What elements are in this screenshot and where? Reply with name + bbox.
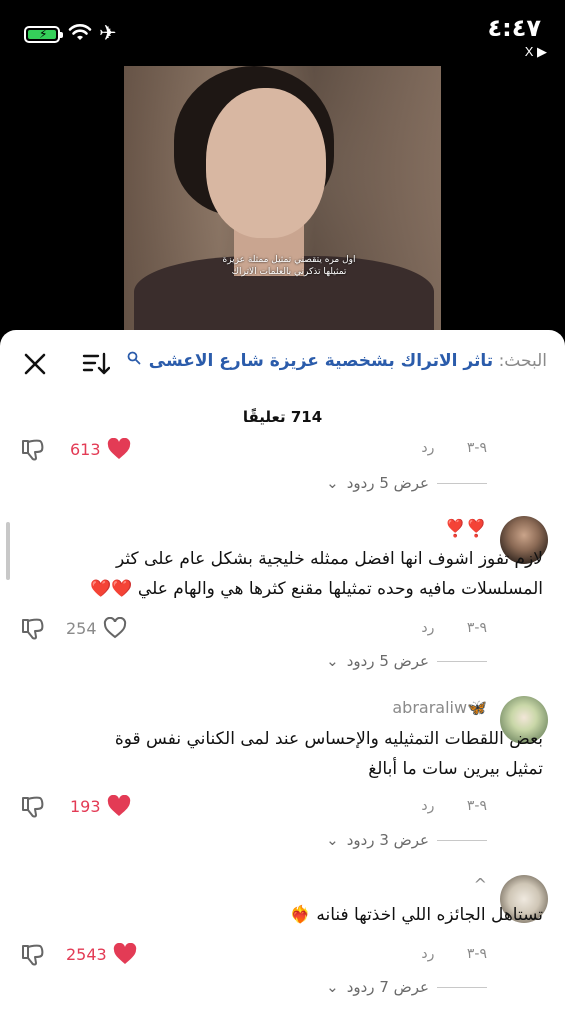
reply-button[interactable]: رد (421, 620, 434, 636)
comment-text: بعض اللقطات التمثيليه والإحساس عند لمى ا… (114, 729, 543, 779)
close-icon[interactable] (22, 351, 48, 377)
sort-icon[interactable] (82, 351, 110, 377)
like-button[interactable]: 193 (70, 795, 131, 817)
wifi-icon (68, 24, 92, 40)
comment-date: ٩-٣ (466, 946, 487, 962)
heart-outline-icon (103, 617, 126, 639)
like-count: 613 (70, 439, 101, 459)
reply-button[interactable]: رد (421, 440, 434, 456)
view-replies-button[interactable]: عرض 5 ردود ⌄ (326, 652, 487, 670)
like-count: 254 (66, 618, 97, 638)
comment-date: ٩-٣ (466, 440, 487, 456)
dislike-icon[interactable] (20, 943, 46, 967)
heart-filled-icon (107, 438, 130, 459)
like-button[interactable]: 254 (66, 617, 127, 639)
comment-date: ٩-٣ (466, 620, 487, 636)
comment-date: ٩-٣ (466, 798, 487, 814)
view-replies-button[interactable]: عرض 7 ردود ⌄ (326, 978, 487, 996)
video-figure-face (206, 88, 326, 238)
comment-meta: ٩-٣ رد (393, 946, 487, 962)
view-replies-button[interactable]: عرض 5 ردود ⌄ (326, 474, 487, 492)
view-replies-label: عرض 3 ردود (346, 831, 429, 849)
airplane-icon: ✈ (99, 21, 117, 45)
battery-charging-icon: ⚡ (24, 26, 63, 43)
heart-filled-icon (107, 795, 130, 816)
search-icon (127, 351, 141, 365)
comment-username[interactable]: ^ (474, 875, 487, 894)
search-query[interactable]: البحث: تاثر الاتراك بشخصية عزيزة شارع ال… (127, 351, 547, 371)
comment-emoji: ❣️❣️ (444, 519, 487, 539)
status-time: ٤:٤٧ (487, 14, 541, 42)
video-player[interactable]: اول مره يتقصني تمثيل ممثلة عزيزة تمثيلها… (124, 66, 441, 330)
divider-line (437, 986, 487, 988)
divider-line (437, 839, 487, 841)
view-replies-label: عرض 5 ردود (346, 652, 429, 670)
comment-meta: ٩-٣ رد (393, 798, 487, 814)
scrollbar[interactable] (6, 522, 10, 580)
reply-button[interactable]: رد (421, 798, 434, 814)
search-query-text: تاثر الاتراك بشخصية عزيزة شارع الاعشى (148, 351, 494, 371)
comment-meta: ٩-٣ رد (393, 620, 487, 636)
view-replies-button[interactable]: عرض 3 ردود ⌄ (326, 831, 487, 849)
search-header: البحث: تاثر الاتراك بشخصية عزيزة شارع ال… (0, 346, 565, 382)
dislike-icon[interactable] (20, 795, 46, 819)
video-caption: اول مره يتقصني تمثيل ممثلة عزيزة تمثيلها… (222, 255, 356, 277)
like-button[interactable]: 2543 (66, 943, 137, 965)
comment-meta: ٩-٣ رد (393, 440, 487, 456)
status-bar: ⚡ ✈ ٤:٤٧ X ▶ (0, 0, 565, 66)
back-to-app-link[interactable]: X ▶ (525, 44, 547, 60)
view-replies-label: عرض 5 ردود (346, 474, 429, 492)
like-count: 2543 (66, 944, 107, 964)
heart-filled-icon (113, 943, 136, 964)
comment-text: لازم تفوز اشوف انها افضل ممثله خليجية بش… (90, 549, 543, 599)
divider-line (437, 482, 487, 484)
like-count: 193 (70, 796, 101, 816)
chevron-down-icon: ⌄ (326, 474, 339, 492)
chevron-down-icon: ⌄ (326, 831, 339, 849)
search-label: البحث: (498, 351, 547, 371)
comment-text: تستاهل الجائزه اللي اخذتها فنانه ❤️‍🔥 (289, 905, 543, 925)
comments-sheet: البحث: تاثر الاتراك بشخصية عزيزة شارع ال… (0, 330, 565, 1024)
reply-button[interactable]: رد (421, 946, 434, 962)
like-button[interactable]: 613 (70, 438, 131, 460)
dislike-icon[interactable] (20, 438, 46, 462)
chevron-down-icon: ⌄ (326, 978, 339, 996)
dislike-icon[interactable] (20, 617, 46, 641)
comments-count: 714 تعليقًا (242, 408, 323, 426)
divider-line (437, 660, 487, 662)
chevron-down-icon: ⌄ (326, 652, 339, 670)
comment-username[interactable]: abraraliw🦋 (392, 698, 487, 717)
view-replies-label: عرض 7 ردود (346, 978, 429, 996)
